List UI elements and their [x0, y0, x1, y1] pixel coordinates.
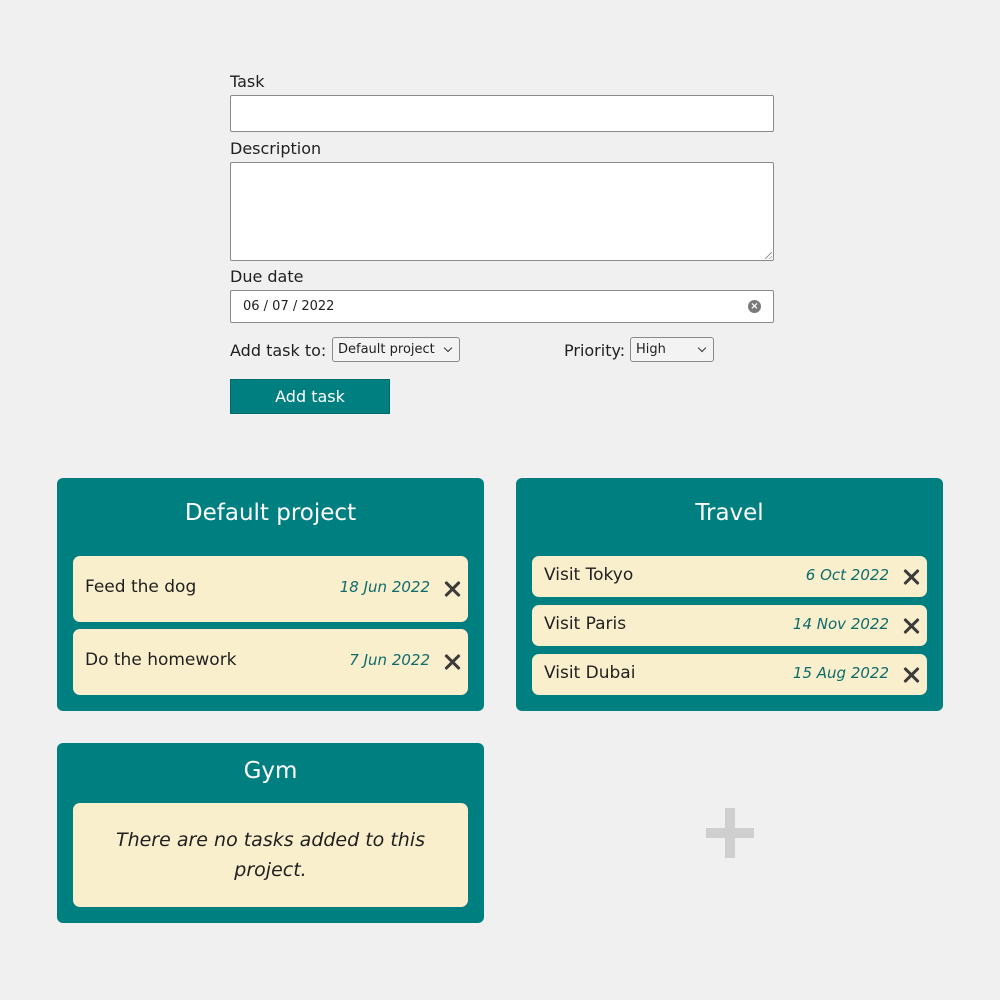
- project-title: Default project: [184, 500, 357, 526]
- task-date: 7 Jun 2022: [349, 651, 430, 669]
- priority-label: Priority:: [564, 341, 626, 360]
- plus-icon[interactable]: [706, 808, 754, 858]
- task-name: Do the homework: [85, 650, 237, 670]
- task-name: Visit Paris: [544, 614, 627, 634]
- priority-select-value: High: [636, 342, 666, 357]
- empty-task-message: There are no tasks added to this project…: [73, 803, 468, 907]
- select-row: Add task to: Default project Priority: H…: [230, 337, 774, 363]
- project-title: Travel: [695, 500, 764, 526]
- task-item: Do the homework 7 Jun 2022: [73, 629, 468, 695]
- task-name: Visit Tokyo: [544, 565, 634, 585]
- project-card-default: Default project Feed the dog 18 Jun 2022…: [57, 478, 484, 711]
- description-wrapper: [230, 162, 774, 261]
- task-date: 18 Jun 2022: [339, 578, 430, 596]
- task-item: Visit Dubai 15 Aug 2022: [532, 654, 927, 695]
- task-form: Task Description Due date 06 / 07 / 2022…: [230, 72, 774, 414]
- task-label: Task: [230, 72, 265, 91]
- task-item: Visit Tokyo 6 Oct 2022: [532, 556, 927, 597]
- close-icon[interactable]: [902, 617, 920, 635]
- resize-handle-icon[interactable]: [765, 252, 772, 259]
- close-icon[interactable]: [902, 568, 920, 586]
- chevron-down-icon: [697, 343, 707, 353]
- due-date-input[interactable]: 06 / 07 / 2022 ×: [230, 290, 774, 323]
- task-date: 14 Nov 2022: [792, 615, 889, 633]
- description-label: Description: [230, 139, 322, 158]
- project-card-travel: Travel Visit Tokyo 6 Oct 2022 Visit Pari…: [516, 478, 943, 711]
- task-date: 6 Oct 2022: [805, 566, 889, 584]
- chevron-down-icon: [443, 343, 453, 353]
- project-title: Gym: [243, 758, 298, 784]
- project-select[interactable]: Default project: [332, 337, 460, 362]
- clear-icon[interactable]: ×: [748, 300, 761, 313]
- due-date-label: Due date: [230, 267, 304, 286]
- project-select-value: Default project: [338, 342, 435, 357]
- empty-message-text: There are no tasks added to this project…: [115, 829, 426, 881]
- close-icon[interactable]: [443, 580, 461, 598]
- task-date: 15 Aug 2022: [792, 664, 889, 682]
- task-input[interactable]: [230, 95, 774, 132]
- task-name: Feed the dog: [85, 577, 197, 597]
- task-name: Visit Dubai: [544, 663, 636, 683]
- project-card-gym: Gym There are no tasks added to this pro…: [57, 743, 484, 923]
- close-icon[interactable]: [443, 653, 461, 671]
- due-date-value: 06 / 07 / 2022: [243, 299, 335, 314]
- description-textarea[interactable]: [230, 162, 774, 261]
- close-icon[interactable]: [902, 666, 920, 684]
- priority-select[interactable]: High: [630, 337, 714, 362]
- add-task-to-label: Add task to:: [230, 341, 327, 360]
- add-task-button[interactable]: Add task: [230, 379, 390, 414]
- task-item: Feed the dog 18 Jun 2022: [73, 556, 468, 622]
- task-item: Visit Paris 14 Nov 2022: [532, 605, 927, 646]
